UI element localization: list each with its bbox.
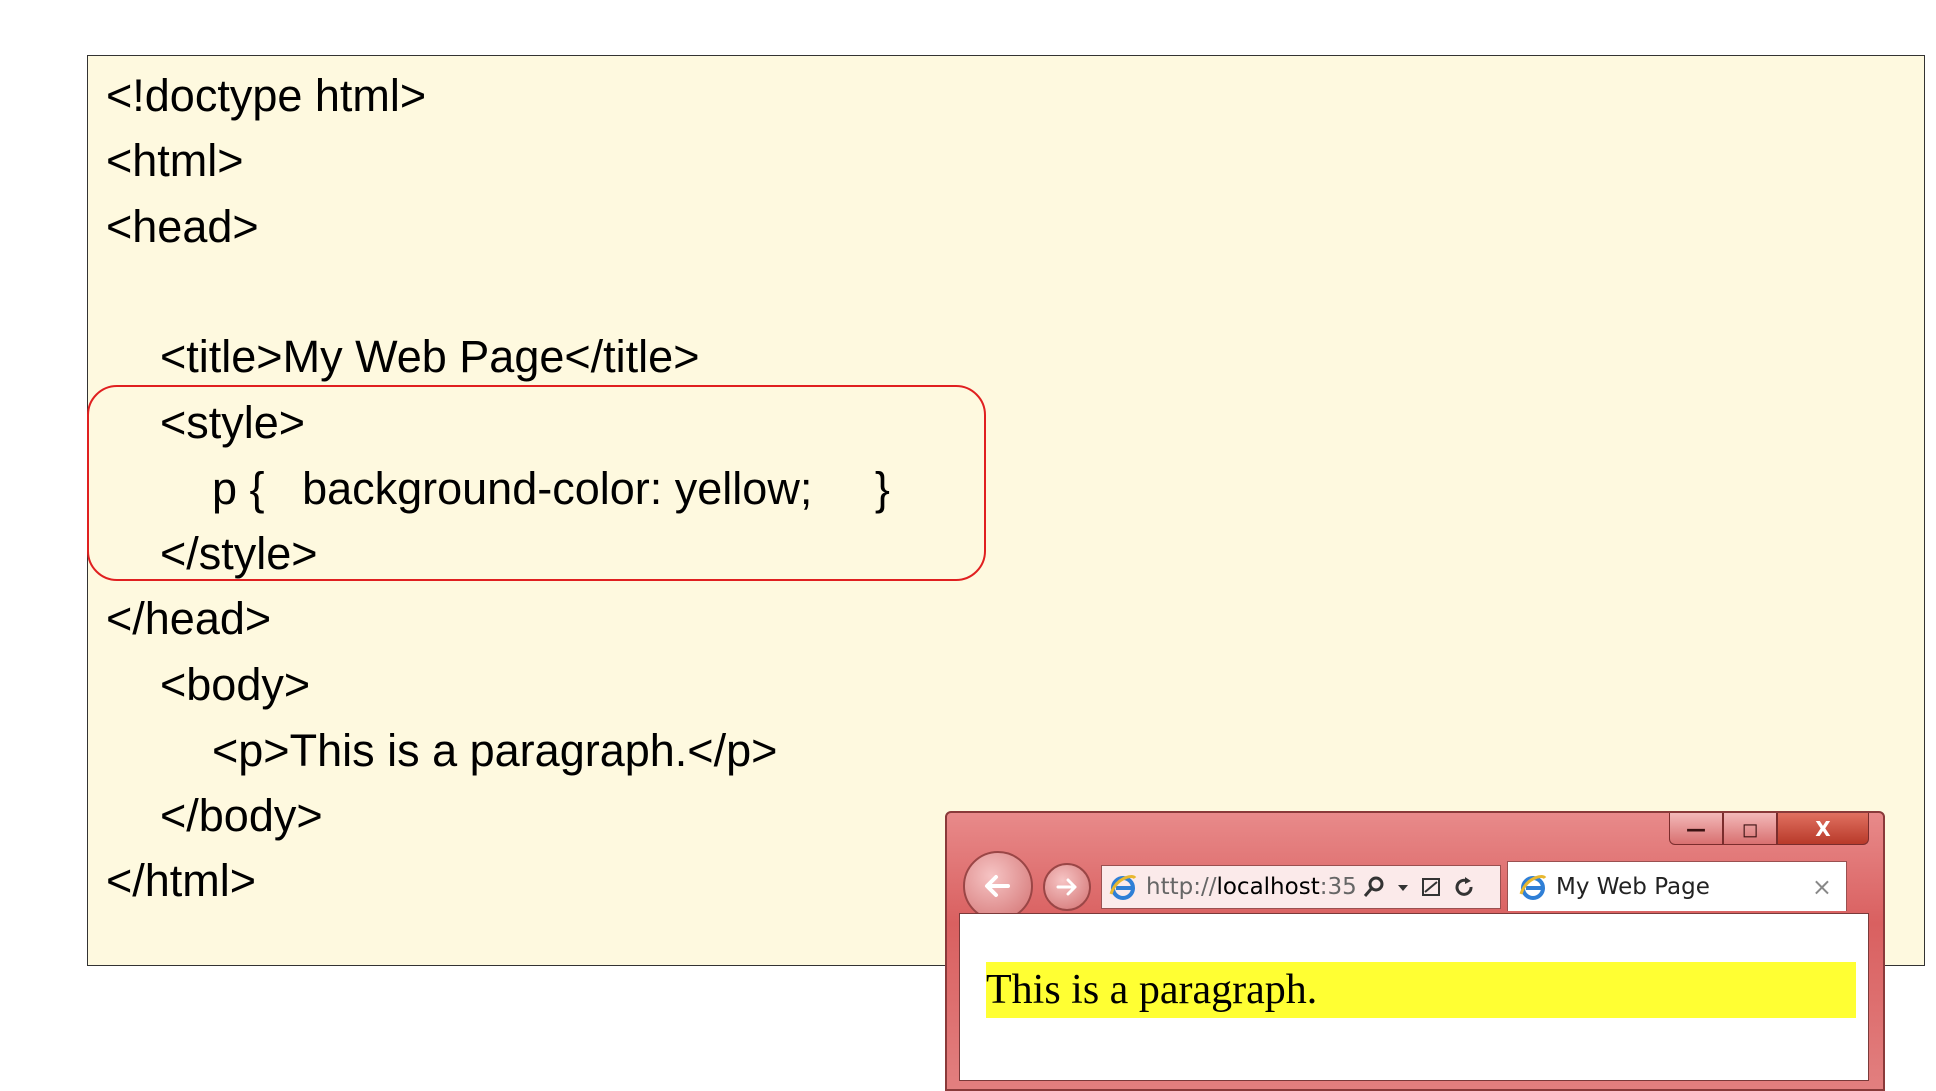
style-highlight-frame	[87, 385, 986, 581]
code-line-head-open: <head>	[106, 201, 259, 252]
forward-arrow-icon	[1056, 878, 1077, 896]
ie-logo-icon	[1109, 875, 1137, 900]
code-line-head-close: </head>	[106, 593, 272, 644]
window-controls: — ◻ X	[1669, 813, 1869, 847]
tab-title: My Web Page	[1556, 873, 1710, 900]
code-line-html-open: <html>	[106, 135, 244, 186]
minimize-button[interactable]: —	[1669, 813, 1723, 845]
dropdown-icon[interactable]	[1396, 875, 1410, 899]
maximize-icon: ◻	[1741, 816, 1759, 841]
forward-button[interactable]	[1043, 863, 1091, 911]
tab-my-web-page[interactable]: My Web Page ×	[1507, 861, 1847, 911]
search-icon[interactable]	[1362, 875, 1386, 899]
back-button[interactable]	[963, 851, 1033, 921]
code-line-title: <title>My Web Page</title>	[160, 331, 700, 382]
code-line-doctype: <!doctype html>	[106, 70, 427, 121]
address-url[interactable]: http://localhost:359	[1146, 874, 1356, 900]
tab-close-icon[interactable]: ×	[1812, 873, 1832, 901]
address-tools	[1362, 875, 1476, 899]
minimize-icon: —	[1686, 816, 1706, 841]
code-line-html-close: </html>	[106, 855, 257, 906]
yellow-paragraph: This is a paragraph.	[986, 962, 1856, 1018]
address-bar[interactable]: http://localhost:359	[1101, 865, 1501, 909]
slide: <!doctype html> <html> <head> <title>My …	[0, 0, 1936, 1091]
code-line-body-open: <body>	[160, 659, 311, 710]
code-line-paragraph: <p>This is a paragraph.</p>	[212, 725, 778, 776]
close-icon: X	[1815, 816, 1831, 841]
page-viewport: This is a paragraph.	[959, 913, 1869, 1081]
back-arrow-icon	[985, 875, 1010, 897]
compat-view-icon[interactable]	[1420, 875, 1442, 899]
code-line-body-close: </body>	[160, 790, 323, 841]
close-window-button[interactable]: X	[1777, 813, 1869, 845]
maximize-button[interactable]: ◻	[1723, 813, 1777, 845]
browser-window: — ◻ X http://localhost:359	[945, 811, 1885, 1091]
refresh-icon[interactable]	[1452, 875, 1476, 899]
ie-logo-icon	[1519, 874, 1547, 900]
